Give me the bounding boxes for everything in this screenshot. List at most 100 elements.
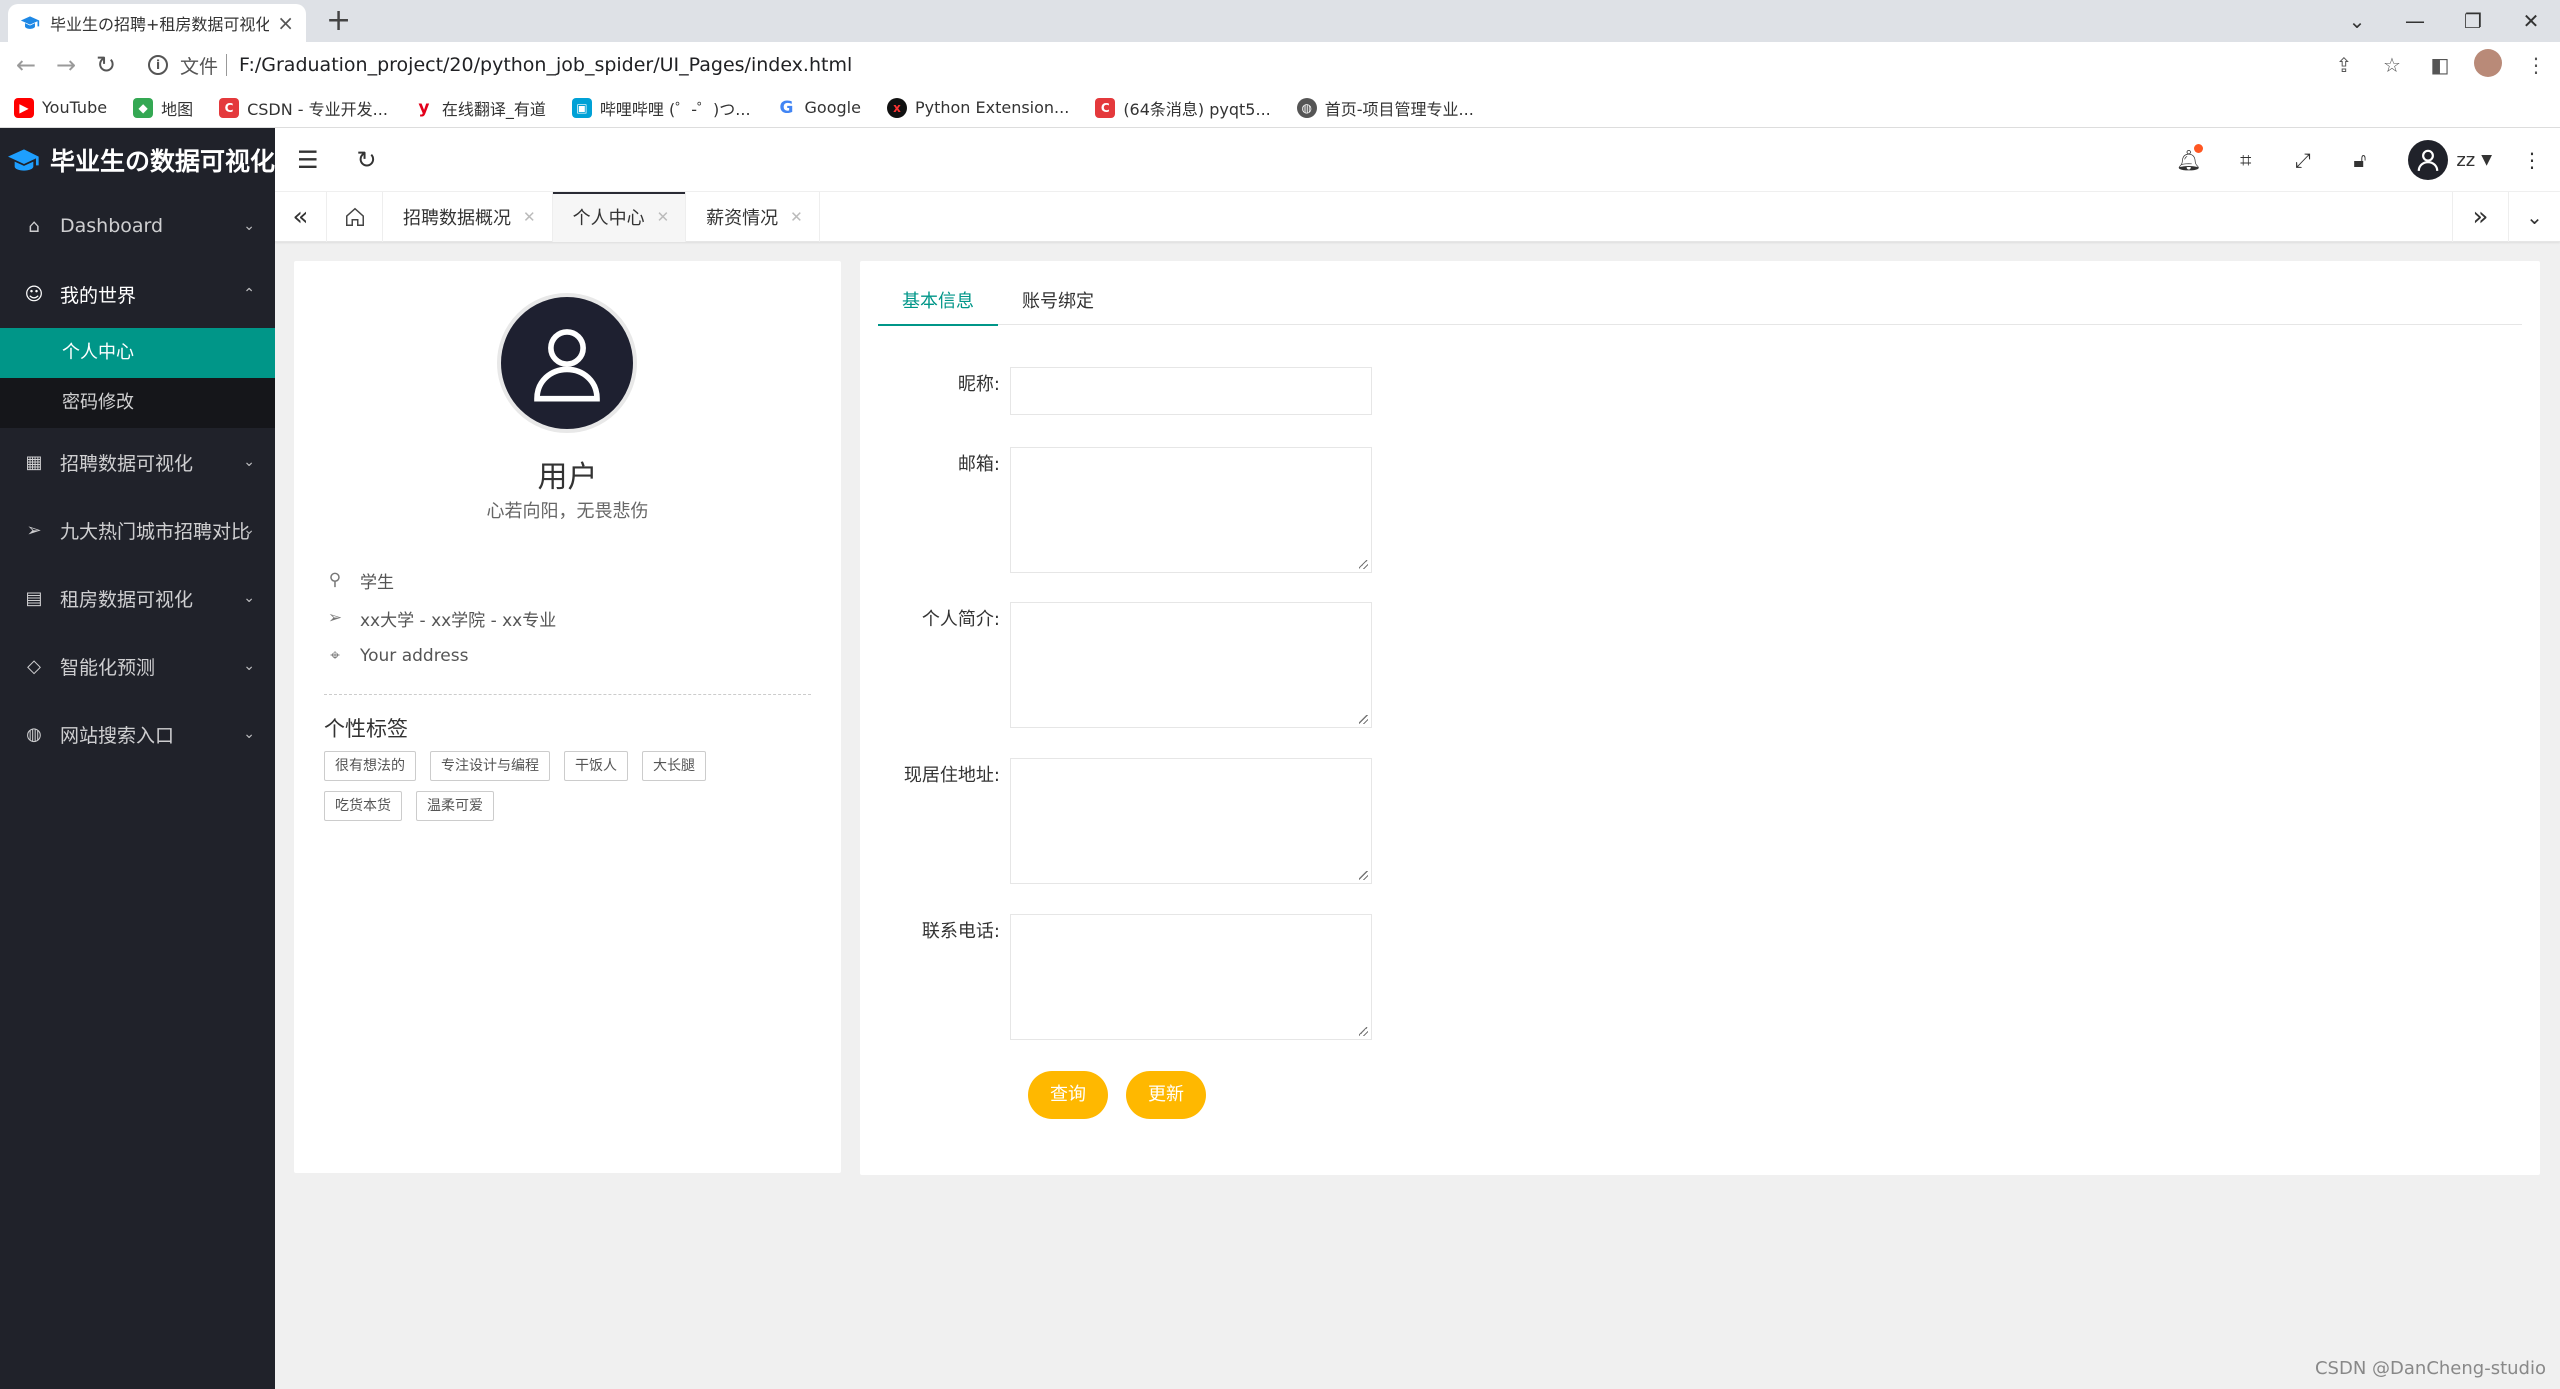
close-window-button[interactable]: ✕ bbox=[2502, 9, 2560, 33]
form-tabs: 基本信息 账号绑定 bbox=[878, 279, 2522, 326]
new-tab-button[interactable]: + bbox=[326, 4, 351, 38]
address-row: 现居住地址: bbox=[860, 758, 1372, 884]
youdao-icon: y bbox=[413, 97, 434, 118]
sidebar-item-rental-visualization[interactable]: ▤ 租房数据可视化 ⌄ bbox=[0, 564, 275, 632]
google-icon: G bbox=[776, 97, 797, 118]
tag-item: 干饭人 bbox=[564, 751, 628, 781]
bookmark-csdn[interactable]: C CSDN - 专业开发... bbox=[219, 96, 388, 120]
forward-button[interactable]: → bbox=[46, 51, 86, 79]
page-tabs: « 招聘数据概况 ✕ 个人中心 ✕ 薪资情况 ✕ » ⌄ bbox=[275, 192, 2560, 242]
sidebar-item-change-password[interactable]: 密码修改 bbox=[0, 378, 275, 428]
chevron-down-icon: ⌄ bbox=[243, 590, 255, 606]
sidebar-item-city-comparison[interactable]: ➢ 九大热门城市招聘对比 ⌄ bbox=[0, 496, 275, 564]
bio-row: 个人简介: bbox=[860, 602, 1372, 728]
bookmark-python-ext[interactable]: x Python Extension... bbox=[886, 97, 1069, 118]
tab-search-icon[interactable]: ⌄ bbox=[2328, 9, 2386, 33]
user-icon: ⚲ bbox=[328, 570, 342, 590]
tab-salary[interactable]: 薪资情况 ✕ bbox=[686, 192, 820, 242]
sidebar-item-prediction[interactable]: ◇ 智能化预测 ⌄ bbox=[0, 632, 275, 700]
bookmark-bilibili[interactable]: ▣ 哔哩哔哩 (゜-゜)つ... bbox=[571, 96, 751, 120]
bookmark-star-icon[interactable]: ☆ bbox=[2368, 53, 2416, 77]
profile-address-row: ⌖ Your address bbox=[324, 637, 556, 675]
side-panel-icon[interactable]: ◧ bbox=[2416, 53, 2464, 77]
notification-bell-icon[interactable]: 🔔︎ bbox=[2160, 144, 2217, 172]
profile-info: ⚲ 学生 ➢ xx大学 - xx学院 - xx专业 ⌖ Your address bbox=[324, 561, 556, 675]
phone-label: 联系电话: bbox=[921, 921, 1000, 942]
location-icon: ⌖ bbox=[330, 646, 340, 666]
globe-icon: ◍ bbox=[1296, 97, 1317, 118]
back-button[interactable]: ← bbox=[6, 51, 46, 79]
close-tab-icon[interactable]: ✕ bbox=[790, 208, 803, 226]
browser-menu-icon[interactable]: ⋮ bbox=[2512, 53, 2560, 77]
user-menu[interactable]: zz ▼ bbox=[2408, 140, 2492, 180]
tags-title: 个性标签 bbox=[324, 717, 408, 741]
profile-button[interactable] bbox=[2464, 48, 2512, 82]
send-icon: ➢ bbox=[327, 608, 343, 628]
browser-tabstrip: 毕业生の招聘+租房数据可视化系 × + ⌄ — ❐ ✕ bbox=[0, 0, 2560, 42]
nickname-row: 昵称: bbox=[860, 367, 1372, 415]
calendar-icon: ▦ bbox=[25, 451, 43, 473]
sidebar-item-personal-center[interactable]: 个人中心 bbox=[0, 328, 275, 378]
close-tab-icon[interactable]: ✕ bbox=[523, 208, 536, 226]
bookmark-maps[interactable]: ◆ 地图 bbox=[133, 96, 193, 120]
email-label: 邮箱: bbox=[957, 454, 1000, 475]
reload-button[interactable]: ↻ bbox=[86, 51, 126, 79]
email-textarea[interactable] bbox=[1010, 447, 1372, 573]
tag-item: 温柔可爱 bbox=[416, 791, 494, 821]
tab-account-binding[interactable]: 账号绑定 bbox=[998, 279, 1118, 325]
app-logo[interactable]: 毕业生の数据可视化 bbox=[0, 128, 275, 192]
tag-item: 专注设计与编程 bbox=[430, 751, 550, 781]
url-text[interactable]: F:/Graduation_project/20/python_job_spid… bbox=[239, 54, 852, 76]
bookmark-project[interactable]: ◍ 首页-项目管理专业... bbox=[1296, 96, 1474, 120]
chevron-up-icon: ⌃ bbox=[243, 286, 255, 302]
profile-avatar bbox=[2474, 48, 2502, 77]
tab-home[interactable] bbox=[327, 192, 383, 242]
home-icon bbox=[345, 207, 364, 226]
query-button[interactable]: 查询 bbox=[1028, 1071, 1108, 1119]
python-ext-icon: x bbox=[886, 97, 907, 118]
fullscreen-icon[interactable]: ⤢ bbox=[2274, 148, 2331, 172]
tabs-scroll-left-icon[interactable]: « bbox=[275, 192, 327, 242]
maps-icon: ◆ bbox=[133, 97, 154, 118]
tab-personal-center[interactable]: 个人中心 ✕ bbox=[552, 192, 687, 242]
close-tab-icon[interactable]: × bbox=[277, 11, 294, 35]
minimize-button[interactable]: — bbox=[2386, 9, 2444, 33]
bio-textarea[interactable] bbox=[1010, 602, 1372, 728]
menu-toggle-icon[interactable]: ☰ bbox=[297, 146, 319, 174]
bookmark-youdao[interactable]: y 在线翻译_有道 bbox=[413, 96, 546, 120]
sidebar-item-dashboard[interactable]: ⌂ Dashboard ⌄ bbox=[0, 192, 275, 260]
tab-basic-info[interactable]: 基本信息 bbox=[878, 279, 998, 326]
share-icon[interactable]: ⇪ bbox=[2320, 53, 2368, 77]
more-menu-icon[interactable]: ⋮ bbox=[2512, 148, 2552, 172]
sidebar-item-my-world[interactable]: ☺ 我的世界 ⌃ bbox=[0, 260, 275, 328]
address-textarea[interactable] bbox=[1010, 758, 1372, 884]
theme-tag-icon[interactable]: ⌗ bbox=[2217, 148, 2274, 172]
restore-button[interactable]: ❐ bbox=[2444, 9, 2502, 33]
tab-job-overview[interactable]: 招聘数据概况 ✕ bbox=[383, 192, 553, 242]
update-button[interactable]: 更新 bbox=[1126, 1071, 1206, 1119]
info-icon[interactable]: i bbox=[148, 55, 168, 75]
read-icon: ▤ bbox=[25, 587, 43, 609]
nickname-input[interactable] bbox=[1010, 367, 1372, 415]
chevron-down-icon: ⌄ bbox=[243, 726, 255, 742]
tag-item: 吃货本货 bbox=[324, 791, 402, 821]
sidebar-item-job-visualization[interactable]: ▦ 招聘数据可视化 ⌄ bbox=[0, 428, 275, 496]
browser-tab-title: 毕业生の招聘+租房数据可视化系 bbox=[50, 15, 270, 34]
bookmark-csdn-pyqt[interactable]: C (64条消息) pyqt5... bbox=[1095, 96, 1271, 120]
tabs-scroll-right-icon[interactable]: » bbox=[2452, 192, 2508, 242]
close-tab-icon[interactable]: ✕ bbox=[657, 208, 670, 226]
profile-motto: 心若向阳，无畏悲伤 bbox=[486, 501, 649, 522]
tabs-dropdown-icon[interactable]: ⌄ bbox=[2508, 192, 2560, 242]
bookmark-google[interactable]: G Google bbox=[776, 97, 861, 118]
chevron-down-icon: ⌄ bbox=[243, 522, 255, 538]
refresh-icon[interactable]: ↻ bbox=[357, 146, 377, 174]
lock-screen-icon[interactable]: 🔓︎ bbox=[2331, 148, 2388, 172]
sidebar-item-search-entry[interactable]: ◍ 网站搜索入口 ⌄ bbox=[0, 700, 275, 768]
browser-tab[interactable]: 毕业生の招聘+租房数据可视化系 × bbox=[8, 4, 306, 42]
divider bbox=[324, 694, 811, 695]
profile-avatar[interactable] bbox=[497, 293, 637, 433]
phone-textarea[interactable] bbox=[1010, 914, 1372, 1040]
bookmark-youtube[interactable]: ▶ YouTube bbox=[14, 97, 107, 118]
omnibox[interactable]: i 文件 F:/Graduation_project/20/python_job… bbox=[138, 47, 2378, 83]
bio-label: 个人简介: bbox=[921, 609, 1000, 630]
